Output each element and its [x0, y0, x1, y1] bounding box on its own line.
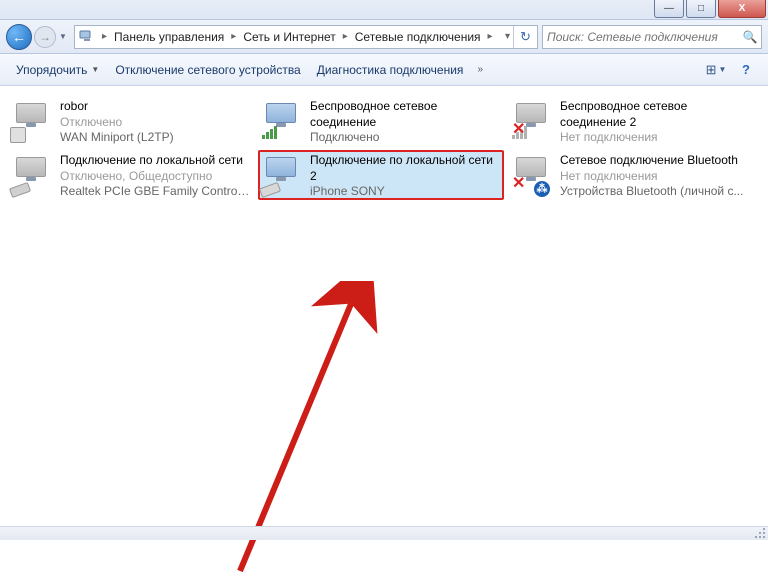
disconnected-x-icon: ✕: [512, 120, 525, 141]
connection-icon: [12, 99, 54, 141]
organize-menu[interactable]: Упорядочить ▼: [8, 59, 107, 81]
connection-status: Отключено: [60, 115, 250, 131]
bluetooth-icon: ⁂: [534, 181, 550, 197]
refresh-button[interactable]: ↻: [513, 25, 537, 49]
connection-icon: [12, 153, 54, 195]
diagnose-label: Диагностика подключения: [317, 63, 464, 77]
network-icon: [77, 27, 97, 47]
connection-item-wireless-1[interactable]: Беспроводное сетевое соединение Подключе…: [258, 96, 504, 146]
connection-name: Сетевое подключение Bluetooth: [560, 153, 750, 169]
resize-grip[interactable]: [754, 527, 766, 539]
view-mode-button[interactable]: ⊞▼: [702, 59, 730, 81]
toolbar: Упорядочить ▼ Отключение сетевого устрой…: [0, 54, 768, 86]
disable-device-button[interactable]: Отключение сетевого устройства: [107, 59, 308, 81]
connection-device: WAN Miniport (L2TP): [60, 130, 250, 146]
connection-status: Нет подключения: [560, 169, 750, 185]
view-icon: ⊞: [706, 62, 717, 78]
search-box[interactable]: 🔍: [542, 25, 762, 49]
connection-device: Устройства Bluetooth (личной с...: [560, 184, 750, 200]
refresh-icon: ↻: [520, 29, 531, 45]
connection-name: robor: [60, 99, 250, 115]
help-icon: ?: [742, 62, 750, 77]
connection-name: Беспроводное сетевое соединение: [310, 99, 500, 130]
forward-button[interactable]: →: [34, 26, 56, 48]
close-icon: X: [739, 3, 746, 14]
connection-icon: [262, 153, 304, 195]
arrow-left-icon: ←: [12, 29, 26, 45]
window-buttons: — □ X: [654, 0, 768, 18]
minimize-icon: —: [664, 3, 674, 14]
connection-item-robor[interactable]: robor Отключено WAN Miniport (L2TP): [8, 96, 254, 146]
connection-icon: [262, 99, 304, 141]
disable-device-label: Отключение сетевого устройства: [115, 63, 300, 77]
diagnose-button[interactable]: Диагностика подключения: [309, 59, 472, 81]
chevron-right-icon: ▸: [485, 31, 496, 42]
breadcrumb-seg-control-panel[interactable]: Панель управления: [110, 26, 228, 48]
organize-label: Упорядочить: [16, 63, 87, 77]
nav-buttons: ← → ▼: [6, 24, 70, 50]
chevron-down-icon: ▼: [59, 32, 67, 41]
breadcrumb-seg-connections[interactable]: Сетевые подключения: [351, 26, 485, 48]
chevron-right-icon: ▸: [340, 31, 351, 42]
connection-name: Подключение по локальной сети: [60, 153, 250, 169]
connection-icon: ✕ ⁂: [512, 153, 554, 195]
maximize-icon: □: [698, 3, 704, 14]
chevron-down-icon: ▼: [91, 65, 99, 74]
nav-history-drop[interactable]: ▼: [56, 26, 70, 48]
connection-device: iPhone SONY: [310, 184, 500, 200]
connection-name: Подключение по локальной сети 2: [310, 153, 500, 184]
help-button[interactable]: ?: [732, 59, 760, 81]
back-button[interactable]: ←: [6, 24, 32, 50]
chevron-down-icon[interactable]: ▾: [502, 31, 513, 42]
close-button[interactable]: X: [718, 0, 766, 18]
connection-status: Отключено, Общедоступно: [60, 169, 250, 185]
connection-item-lan-1[interactable]: Подключение по локальной сети Отключено,…: [8, 150, 254, 200]
connection-icon: ✕: [512, 99, 554, 141]
connections-pane: robor Отключено WAN Miniport (L2TP) Бесп…: [0, 86, 768, 526]
title-bar: — □ X: [0, 0, 768, 20]
toolbar-overflow[interactable]: »: [471, 64, 489, 75]
chevron-down-icon: ▼: [718, 65, 726, 74]
connection-item-lan-2-selected[interactable]: Подключение по локальной сети 2 iPhone S…: [258, 150, 504, 200]
connection-status: Нет подключения: [560, 130, 750, 146]
connection-name: Беспроводное сетевое соединение 2: [560, 99, 750, 130]
breadcrumb-seg-network[interactable]: Сеть и Интернет: [239, 26, 339, 48]
address-bar-row: ← → ▼ ▸ Панель управления ▸ Сеть и Интер…: [0, 20, 768, 54]
breadcrumb[interactable]: ▸ Панель управления ▸ Сеть и Интернет ▸ …: [74, 25, 538, 49]
maximize-button[interactable]: □: [686, 0, 716, 18]
disconnected-x-icon: ✕: [512, 174, 525, 195]
connection-item-wireless-2[interactable]: ✕ Беспроводное сетевое соединение 2 Нет …: [508, 96, 754, 146]
chevron-right-icon: ▸: [99, 31, 110, 42]
connection-status: Подключено: [310, 130, 500, 146]
search-input[interactable]: [543, 30, 739, 44]
connection-item-bluetooth[interactable]: ✕ ⁂ Сетевое подключение Bluetooth Нет по…: [508, 150, 754, 200]
chevron-right-icon: ▸: [228, 31, 239, 42]
status-bar: [0, 526, 768, 540]
search-icon[interactable]: 🔍: [739, 30, 761, 44]
connection-device: Realtek PCIe GBE Family Controller: [60, 184, 250, 200]
minimize-button[interactable]: —: [654, 0, 684, 18]
arrow-right-icon: →: [39, 30, 51, 44]
